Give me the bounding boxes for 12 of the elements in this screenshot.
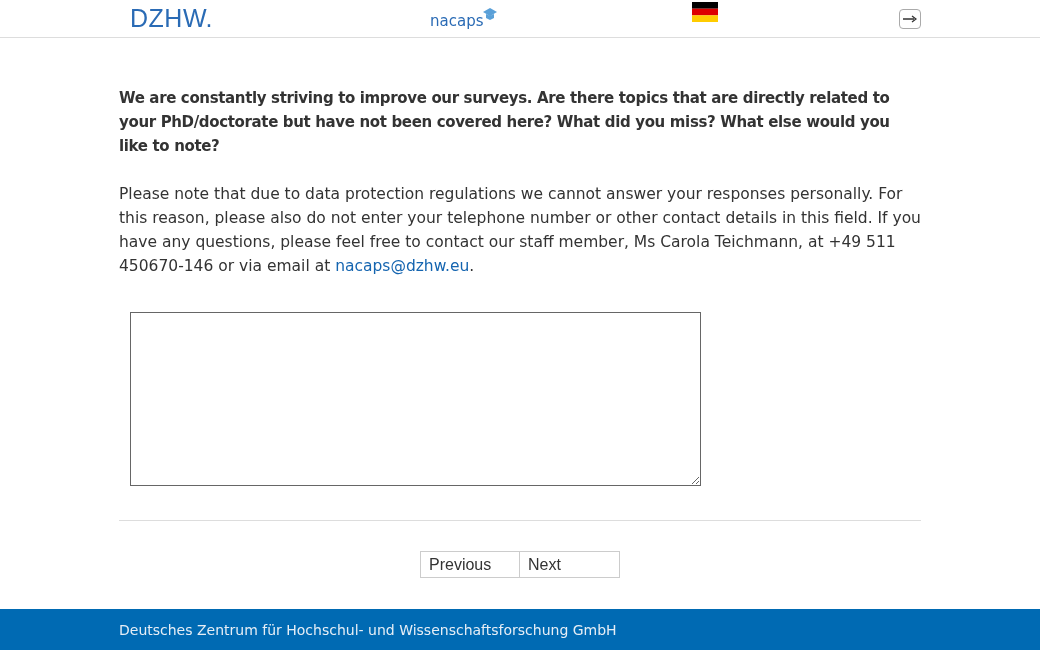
footer-text: Deutsches Zentrum für Hochschul- und Wissenschaftsforschung GmbH <box>119 621 617 638</box>
brand-logo: nacaps <box>430 11 484 30</box>
question-text: We are constantly striving to improve our surveys. Are there topics that are directly related to your PhD/doctorate but have not been covered here? What did you miss? What else would you like to note? <box>119 88 891 157</box>
arrow-icon <box>903 14 917 23</box>
logo: DZHW. <box>130 4 215 33</box>
email-link[interactable]: nacaps@dzhw.eu <box>335 257 470 275</box>
next-button[interactable]: Next <box>520 551 620 578</box>
logout-button[interactable] <box>899 8 921 29</box>
previous-button[interactable]: Previous <box>420 551 520 578</box>
flag-icon[interactable] <box>692 1 718 22</box>
note-paragraph: Please note that due to data protection regulations we cannot answer your responses personally. For this reason, please also do not enter your telephone number or other contact details in this field. If you have any questions, please feel free to contact our staff member, Ms Carola Teichmann, at +49 511 450670-146 or via email at nacaps@dzhw.eu. <box>119 184 921 277</box>
graduation-cap-icon <box>483 7 498 20</box>
